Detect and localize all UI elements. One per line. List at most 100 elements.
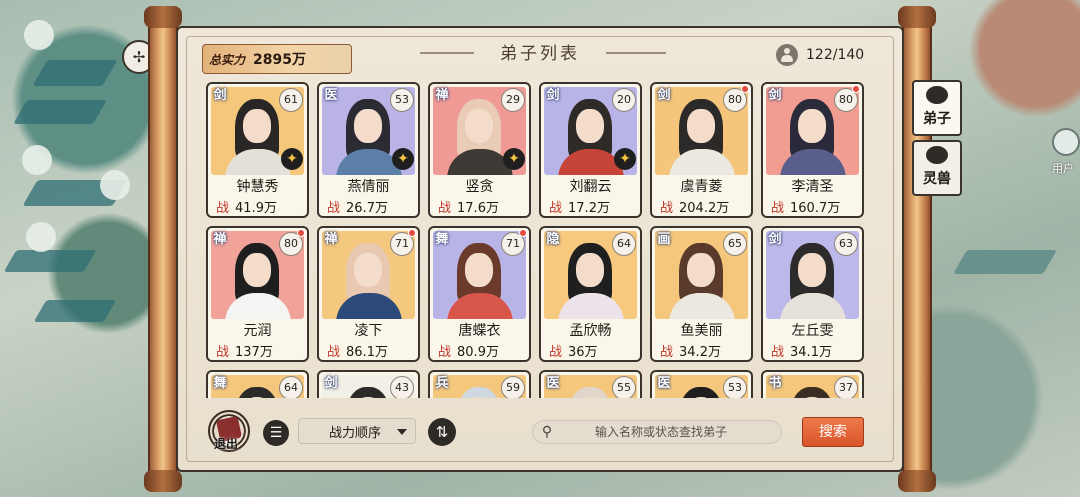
power-label: 战: [660, 201, 674, 216]
tab-spirit-beasts-label: 灵兽: [923, 171, 951, 187]
map-tile: [33, 300, 117, 322]
disciple-level-badge: 29: [501, 88, 525, 112]
disciple-name: 李清圣: [791, 179, 834, 195]
portrait-face: [576, 253, 604, 287]
map-tile: [32, 60, 118, 86]
power-value: 137万: [235, 345, 273, 360]
power-label: 战: [771, 201, 785, 216]
disciple-card[interactable]: 禅 71 凌下战 86.1万: [317, 226, 420, 362]
disciple-card[interactable]: 剑 43: [317, 370, 420, 398]
star-icon: ✦: [503, 148, 525, 170]
disciple-level-badge: 53: [723, 376, 747, 398]
disciple-card[interactable]: 剑 20 ✦ 刘翻云战 17.2万: [539, 82, 642, 218]
disciple-class-badge: 书: [768, 376, 782, 391]
power-value: 36万: [568, 345, 598, 360]
disciple-level-badge: 65: [723, 232, 747, 256]
disciple-card[interactable]: 舞 64: [206, 370, 309, 398]
disciple-card[interactable]: 隐 64 孟欣畅战 36万: [539, 226, 642, 362]
portrait-face: [465, 253, 493, 287]
disciple-grid[interactable]: 剑 61 ✦ 钟慧秀战 41.9万医 53 ✦ 燕倩丽战 26.7万禅 29 ✦ 竖贪战 17.6万剑 2…: [206, 82, 870, 398]
portrait-face: [798, 109, 826, 143]
disciple-card[interactable]: 剑 63 左丘雯战 34.1万: [761, 226, 864, 362]
disciple-class-badge: 禅: [324, 232, 338, 247]
disciple-card[interactable]: 禅 80 元润战 137万: [206, 226, 309, 362]
disciple-card[interactable]: 剑 61 ✦ 钟慧秀战 41.9万: [206, 82, 309, 218]
disciple-card[interactable]: 医 53 ✦ 燕倩丽战 26.7万: [317, 82, 420, 218]
disciple-name: 燕倩丽: [347, 179, 390, 195]
disciple-name: 唐蝶衣: [458, 323, 501, 339]
total-power-box: 总实力 2895万: [202, 44, 352, 74]
disciple-count: 122/140: [776, 44, 864, 66]
portrait-face: [798, 253, 826, 287]
filter-list-icon[interactable]: ☰: [263, 420, 289, 446]
disciple-card[interactable]: 剑 80 李清圣战 160.7万: [761, 82, 864, 218]
disciple-level-badge: 43: [390, 376, 414, 398]
disciple-name: 刘翻云: [569, 179, 612, 195]
disciple-class-badge: 剑: [657, 88, 671, 103]
search-button[interactable]: 搜索: [802, 417, 864, 447]
disciple-class-badge: 禅: [435, 88, 449, 103]
disciple-class-badge: 舞: [435, 232, 449, 247]
disciple-level-badge: 59: [501, 376, 525, 398]
map-roof: [100, 170, 130, 200]
power-label: 战: [660, 345, 674, 360]
power-label: 战: [216, 201, 230, 216]
power-label: 战: [549, 201, 563, 216]
sort-dropdown[interactable]: 战力顺序: [298, 418, 416, 444]
map-tile: [953, 250, 1057, 274]
star-icon: ✦: [614, 148, 636, 170]
disciple-card[interactable]: 书 37: [761, 370, 864, 398]
tab-disciples[interactable]: 弟子: [912, 80, 962, 136]
disciple-card[interactable]: 舞 71 唐蝶衣战 80.9万: [428, 226, 531, 362]
disciple-level-badge: 61: [279, 88, 303, 112]
disciple-class-badge: 隐: [546, 232, 560, 247]
disciple-card[interactable]: 医 53: [650, 370, 753, 398]
disciple-power: 战 86.1万: [327, 341, 414, 360]
scroll-roller-left: [144, 6, 182, 492]
power-value: 86.1万: [346, 345, 388, 360]
power-value: 160.7万: [790, 201, 841, 216]
disciple-name: 孟欣畅: [569, 323, 612, 339]
disciple-name: 元润: [243, 323, 272, 339]
map-roof: [22, 145, 52, 175]
disciple-card[interactable]: 兵 59: [428, 370, 531, 398]
page-title: 弟子列表: [500, 44, 580, 64]
total-power-label: 总实力: [209, 52, 246, 67]
search-input[interactable]: [561, 425, 761, 439]
power-label: 战: [771, 345, 785, 360]
disciple-card[interactable]: 禅 29 ✦ 竖贪战 17.6万: [428, 82, 531, 218]
disciple-count-text: 122/140: [806, 47, 865, 63]
disciple-class-badge: 剑: [768, 88, 782, 103]
disciple-name: 左丘雯: [791, 323, 834, 339]
disciple-card[interactable]: 画 65 鱼美丽战 34.2万: [650, 226, 753, 362]
portrait-face: [243, 253, 271, 287]
map-roof: [24, 20, 54, 50]
disciple-power: 战 17.6万: [438, 197, 525, 216]
power-value: 41.9万: [235, 201, 277, 216]
disciple-class-badge: 医: [657, 376, 671, 391]
disciple-card[interactable]: 医 55: [539, 370, 642, 398]
power-value: 34.2万: [679, 345, 721, 360]
sort-order-toggle-icon[interactable]: ⇅: [428, 418, 456, 446]
portrait-face: [354, 253, 382, 287]
disciple-name: 凌下: [354, 323, 383, 339]
notification-dot: [741, 85, 749, 93]
disciple-power: 战 41.9万: [216, 197, 303, 216]
disciple-level-badge: 20: [612, 88, 636, 112]
portrait-face: [354, 109, 382, 143]
power-value: 204.2万: [679, 201, 730, 216]
search-icon: ⚲: [541, 424, 553, 440]
power-value: 17.2万: [568, 201, 610, 216]
title-divider-left: [420, 52, 474, 54]
power-value: 17.6万: [457, 201, 499, 216]
disciple-card[interactable]: 剑 80 虞青菱战 204.2万: [650, 82, 753, 218]
power-label: 战: [438, 345, 452, 360]
disciple-level-badge: 37: [834, 376, 858, 398]
notification-dot: [408, 229, 416, 237]
user-avatar-icon[interactable]: [1052, 128, 1080, 156]
portrait-face: [687, 253, 715, 287]
notification-dot: [852, 85, 860, 93]
disciple-tab-icon: [926, 86, 948, 104]
disciple-class-badge: 禅: [213, 232, 227, 247]
tab-spirit-beasts[interactable]: 灵兽: [912, 140, 962, 196]
